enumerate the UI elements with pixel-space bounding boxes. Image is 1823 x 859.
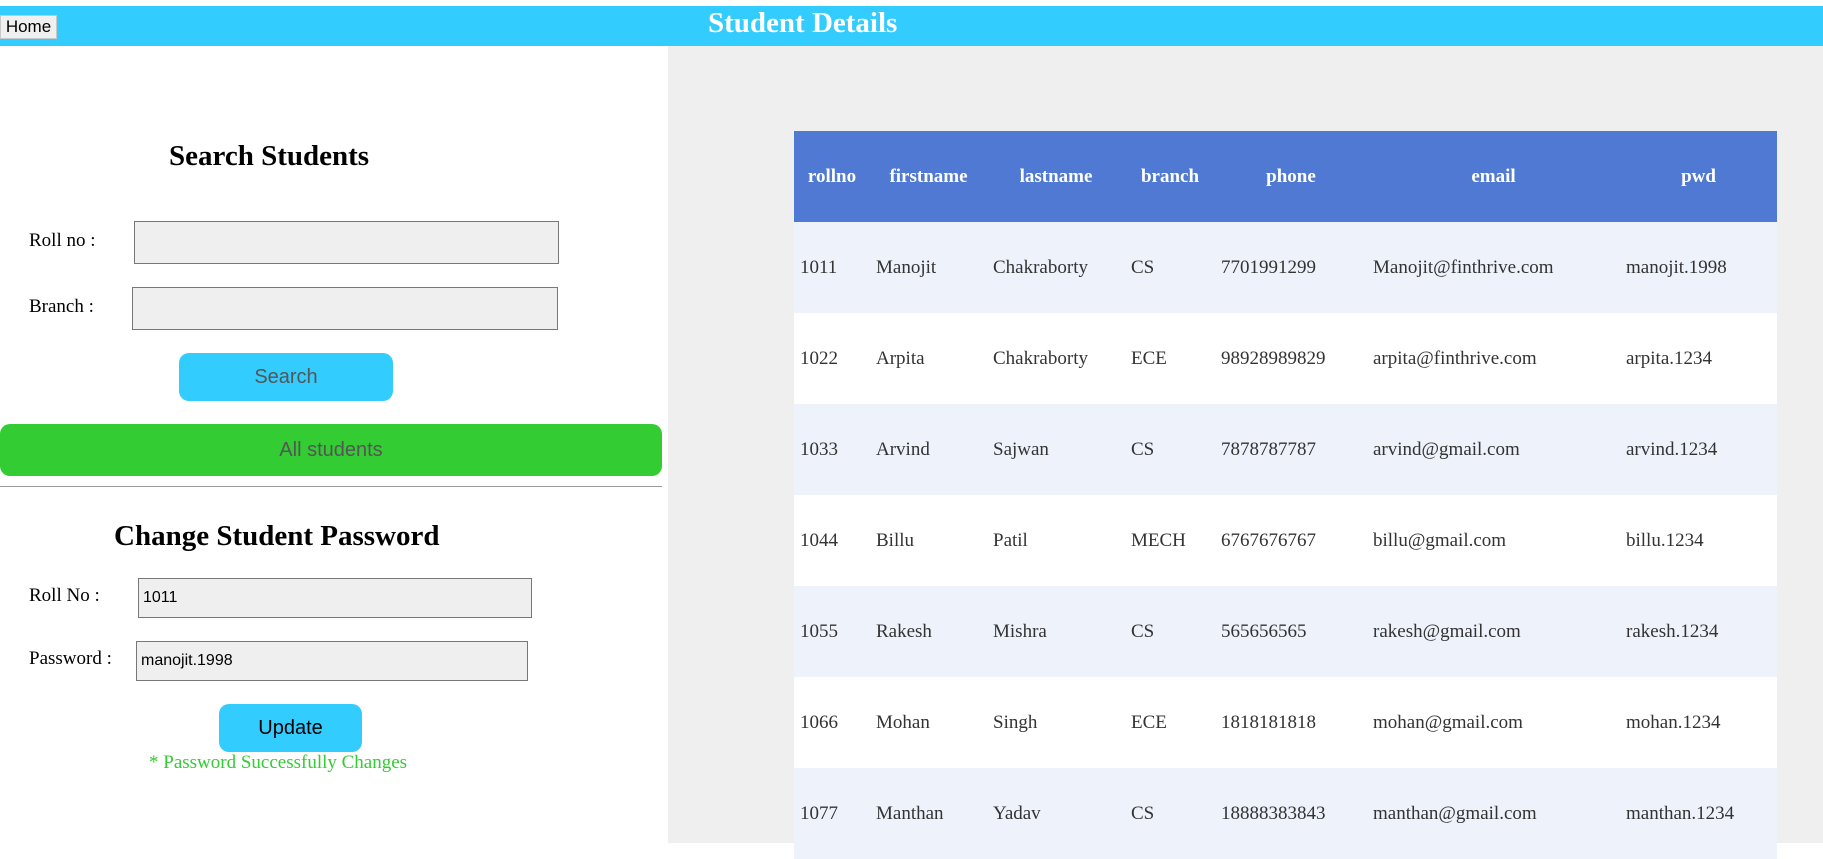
table-row: 1033 Arvind Sajwan CS 7878787787 arvind@… (794, 404, 1777, 495)
cell-branch: CS (1125, 222, 1215, 313)
cell-firstname: Mohan (870, 677, 987, 768)
table-row: 1077 Manthan Yadav CS 18888383843 mantha… (794, 768, 1777, 859)
cell-rollno: 1011 (794, 222, 870, 313)
cell-lastname: Sajwan (987, 404, 1125, 495)
cell-phone: 565656565 (1215, 586, 1367, 677)
cell-rollno: 1033 (794, 404, 870, 495)
search-branch-input[interactable] (132, 287, 558, 330)
column-header-email: email (1367, 131, 1620, 222)
cell-lastname: Chakraborty (987, 313, 1125, 404)
cell-branch: ECE (1125, 313, 1215, 404)
cell-lastname: Chakraborty (987, 222, 1125, 313)
table-header-row: rollno firstname lastname branch phone e… (794, 131, 1777, 222)
column-header-firstname: firstname (870, 131, 987, 222)
update-button[interactable]: Update (219, 704, 362, 752)
cell-lastname: Mishra (987, 586, 1125, 677)
cell-firstname: Manojit (870, 222, 987, 313)
column-header-phone: phone (1215, 131, 1367, 222)
cell-pwd: arvind.1234 (1620, 404, 1777, 495)
cell-branch: MECH (1125, 495, 1215, 586)
cell-rollno: 1077 (794, 768, 870, 859)
cell-branch: CS (1125, 404, 1215, 495)
column-header-pwd: pwd (1620, 131, 1777, 222)
cell-lastname: Singh (987, 677, 1125, 768)
cell-lastname: Patil (987, 495, 1125, 586)
cell-rollno: 1044 (794, 495, 870, 586)
column-header-lastname: lastname (987, 131, 1125, 222)
section-divider (0, 486, 662, 487)
password-input[interactable] (136, 641, 528, 681)
table-row: 1011 Manojit Chakraborty CS 7701991299 M… (794, 222, 1777, 313)
cell-email: manthan@gmail.com (1367, 768, 1620, 859)
home-button[interactable]: Home (0, 15, 57, 39)
cell-phone: 7701991299 (1215, 222, 1367, 313)
search-rollno-input[interactable] (134, 221, 559, 264)
table-row: 1022 Arpita Chakraborty ECE 98928989829 … (794, 313, 1777, 404)
branch-label: Branch : (29, 296, 94, 317)
cell-email: mohan@gmail.com (1367, 677, 1620, 768)
cell-email: arvind@gmail.com (1367, 404, 1620, 495)
cell-rollno: 1066 (794, 677, 870, 768)
cell-phone: 7878787787 (1215, 404, 1367, 495)
cell-rollno: 1022 (794, 313, 870, 404)
search-section-title: Search Students (169, 140, 370, 172)
cell-pwd: manthan.1234 (1620, 768, 1777, 859)
cell-email: rakesh@gmail.com (1367, 586, 1620, 677)
header-bar (0, 6, 1823, 46)
cell-email: billu@gmail.com (1367, 495, 1620, 586)
cell-rollno: 1055 (794, 586, 870, 677)
cell-email: arpita@finthrive.com (1367, 313, 1620, 404)
column-header-rollno: rollno (794, 131, 870, 222)
password-label: Password : (29, 648, 112, 669)
cell-firstname: Arvind (870, 404, 987, 495)
cell-branch: CS (1125, 586, 1215, 677)
cell-pwd: mohan.1234 (1620, 677, 1777, 768)
cell-branch: CS (1125, 768, 1215, 859)
cell-pwd: rakesh.1234 (1620, 586, 1777, 677)
cell-pwd: billu.1234 (1620, 495, 1777, 586)
cell-phone: 98928989829 (1215, 313, 1367, 404)
cell-phone: 1818181818 (1215, 677, 1367, 768)
change-rollno-input[interactable] (138, 578, 532, 618)
cell-firstname: Billu (870, 495, 987, 586)
cell-branch: ECE (1125, 677, 1215, 768)
cell-firstname: Rakesh (870, 586, 987, 677)
change-rollno-label: Roll No : (29, 585, 100, 606)
page-title: Student Details (708, 7, 898, 39)
table-row: 1066 Mohan Singh ECE 1818181818 mohan@gm… (794, 677, 1777, 768)
cell-lastname: Yadav (987, 768, 1125, 859)
students-table: rollno firstname lastname branch phone e… (794, 131, 1777, 859)
column-header-branch: branch (1125, 131, 1215, 222)
search-button[interactable]: Search (179, 353, 393, 401)
cell-pwd: manojit.1998 (1620, 222, 1777, 313)
password-status-message: * Password Successfully Changes (149, 752, 408, 773)
cell-email: Manojit@finthrive.com (1367, 222, 1620, 313)
cell-firstname: Manthan (870, 768, 987, 859)
rollno-label: Roll no : (29, 230, 96, 251)
cell-phone: 6767676767 (1215, 495, 1367, 586)
cell-phone: 18888383843 (1215, 768, 1367, 859)
table-row: 1044 Billu Patil MECH 6767676767 billu@g… (794, 495, 1777, 586)
table-row: 1055 Rakesh Mishra CS 565656565 rakesh@g… (794, 586, 1777, 677)
cell-pwd: arpita.1234 (1620, 313, 1777, 404)
change-password-title: Change Student Password (114, 520, 440, 552)
cell-firstname: Arpita (870, 313, 987, 404)
all-students-button[interactable]: All students (0, 424, 662, 476)
